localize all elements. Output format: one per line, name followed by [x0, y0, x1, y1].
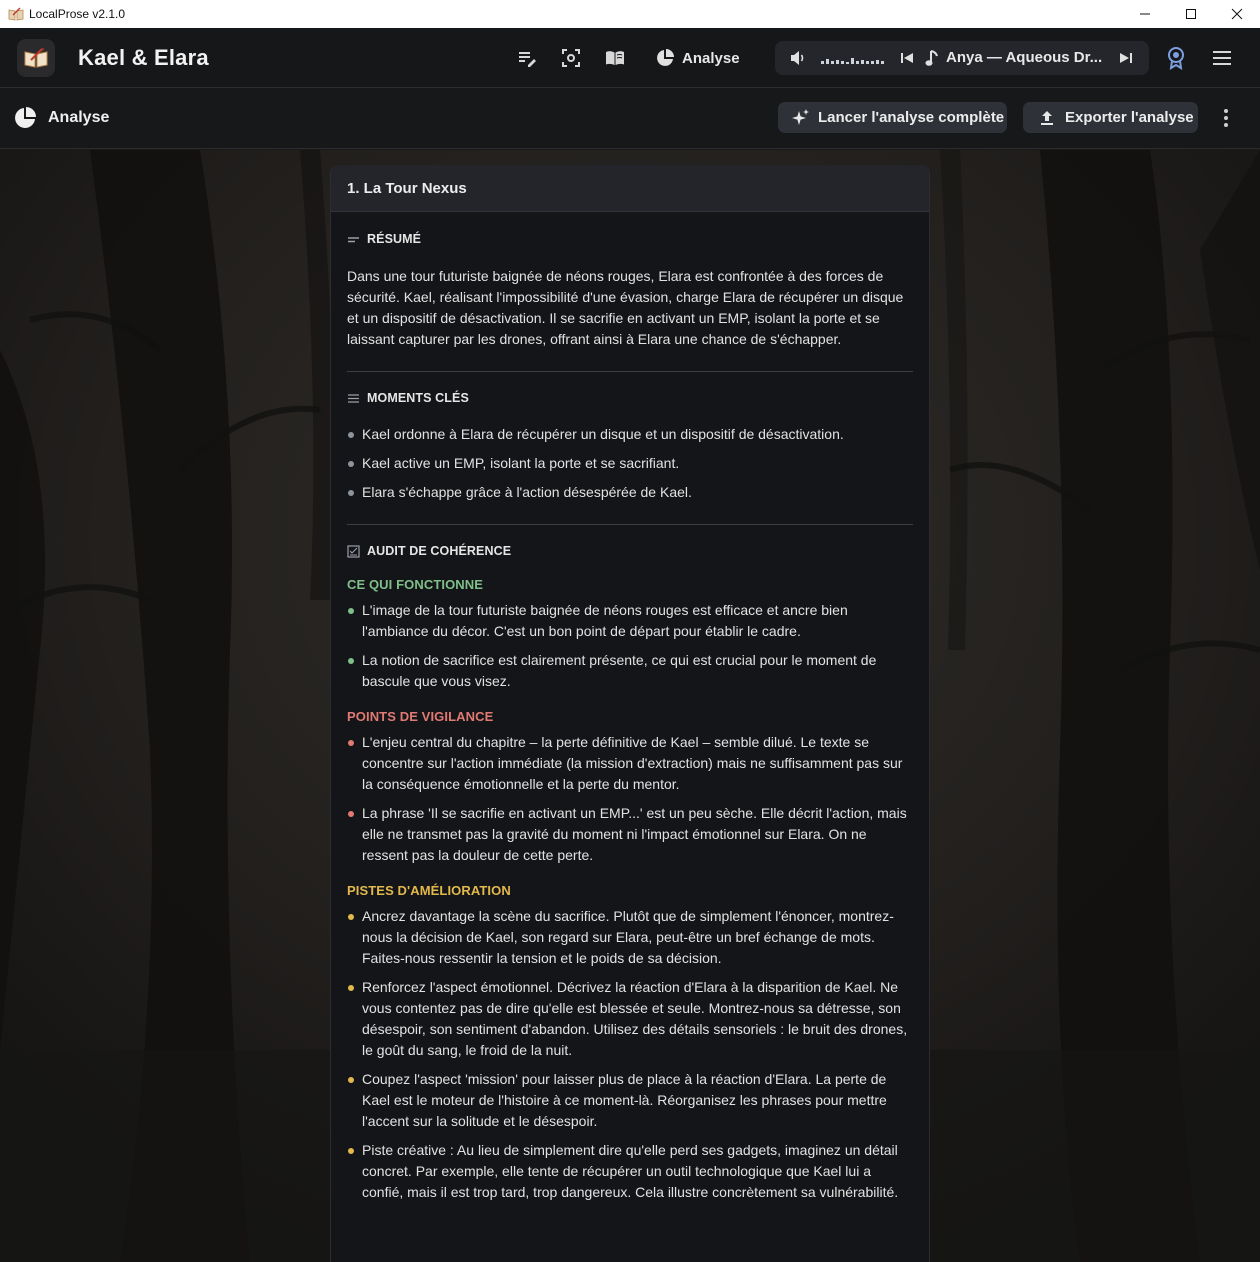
app-book-icon [8, 7, 24, 21]
analysis-toolbar: Analyse Lancer l'analyse complète Export… [0, 88, 1260, 149]
list-item: L'image de la tour futuriste baignée de … [347, 600, 913, 642]
list-item: Kael active un EMP, isolant la porte et … [347, 453, 913, 474]
export-analysis-button[interactable]: Exporter l'analyse [1023, 102, 1198, 133]
summary-text: Dans une tour futuriste baignée de néons… [347, 268, 904, 347]
page-title: Analyse [48, 109, 110, 126]
audit-section-header: AUDIT DE COHÉRENCE [347, 541, 913, 561]
upload-icon [1041, 110, 1053, 125]
vigilance-list: L'enjeu central du chapitre – la perte d… [347, 732, 913, 866]
list-icon [348, 393, 359, 403]
chapter-title: 1. La Tour Nexus [347, 179, 467, 197]
list-item: Ancrez davantage la scène du sacrifice. … [347, 906, 913, 969]
list-item: Kael ordonne à Elara de récupérer un dis… [347, 424, 913, 445]
project-title: Kael & Elara [78, 45, 209, 70]
improve-heading: PISTES D'AMÉLIORATION [347, 883, 511, 898]
list-item: La phrase 'Il se sacrifie en activant un… [347, 803, 913, 866]
export-analysis-label: Exporter l'analyse [1065, 109, 1194, 126]
bullet-dot [348, 1077, 354, 1083]
run-full-analysis-button[interactable]: Lancer l'analyse complète [778, 102, 1007, 133]
next-track-icon[interactable] [1118, 50, 1134, 66]
improve-text: Piste créative : Au lieu de simplement d… [362, 1142, 899, 1200]
works-heading: CE QUI FONCTIONNE [347, 577, 484, 592]
minimize-button[interactable] [1122, 0, 1168, 28]
moment-text: Kael active un EMP, isolant la porte et … [362, 455, 680, 471]
bullet-dot [348, 461, 354, 467]
vigilance-text: La phrase 'Il se sacrifie en activant un… [362, 805, 907, 863]
window-title: LocalProse v2.1.0 [29, 7, 126, 21]
key-moments-list: Kael ordonne à Elara de récupérer un dis… [347, 424, 913, 503]
maximize-icon [1186, 9, 1196, 19]
volume-icon[interactable] [789, 49, 807, 67]
bullet-dot [348, 1148, 354, 1154]
improve-text: Renforcez l'aspect émotionnel. Décrivez … [362, 979, 908, 1058]
close-icon [1231, 8, 1243, 20]
vigilance-heading: POINTS DE VIGILANCE [347, 709, 494, 724]
app-header: Kael & Elara Analyse Anya — Aqueous Dr..… [0, 28, 1260, 88]
bullet-dot [348, 811, 354, 817]
chapter-analysis-card: 1. La Tour Nexus RÉSUMÉ Dans une tour fu… [330, 165, 930, 1262]
vigilance-text: L'enjeu central du chapitre – la perte d… [362, 734, 903, 792]
list-item: Piste créative : Au lieu de simplement d… [347, 1140, 913, 1203]
chapter-header[interactable]: 1. La Tour Nexus [331, 165, 929, 212]
list-item: Elara s'échappe grâce à l'action désespé… [347, 482, 913, 503]
music-player: Anya — Aqueous Dr... [775, 41, 1149, 75]
list-item: Renforcez l'aspect émotionnel. Décrivez … [347, 977, 913, 1061]
bullet-dot [348, 658, 354, 664]
summary-section-header: RÉSUMÉ [347, 229, 913, 249]
window-titlebar: LocalProse v2.1.0 [0, 0, 1260, 28]
maximize-button[interactable] [1168, 0, 1214, 28]
current-track-title: Anya — Aqueous Dr... [946, 49, 1103, 66]
moments-heading: MOMENTS CLÉS [367, 391, 469, 405]
bullet-dot [348, 985, 354, 991]
more-options-icon[interactable] [1218, 108, 1234, 128]
works-text: La notion de sacrifice est clairement pr… [362, 652, 877, 689]
list-item: La notion de sacrifice est clairement pr… [347, 650, 913, 692]
list-item: Coupez l'aspect 'mission' pour laisser p… [347, 1069, 913, 1132]
reader-button[interactable] [605, 48, 625, 68]
tab-analyse[interactable]: Analyse [645, 39, 750, 77]
editor-button[interactable] [517, 48, 537, 68]
bullet-dot [348, 608, 354, 614]
award-badge-icon[interactable] [1166, 46, 1186, 70]
short-text-icon [348, 236, 359, 242]
bullet-dot [348, 432, 354, 438]
improve-text: Coupez l'aspect 'mission' pour laisser p… [362, 1071, 887, 1129]
tab-analyse-label: Analyse [682, 49, 740, 67]
music-note-icon [925, 50, 938, 66]
previous-track-icon[interactable] [899, 50, 915, 66]
section-divider [347, 524, 913, 525]
bullet-dot [348, 740, 354, 746]
moments-section-header: MOMENTS CLÉS [347, 388, 913, 408]
works-text: L'image de la tour futuriste baignée de … [362, 602, 848, 639]
audit-heading: AUDIT DE COHÉRENCE [367, 544, 512, 558]
works-list: L'image de la tour futuriste baignée de … [347, 600, 913, 692]
sparkles-icon [792, 108, 809, 125]
menu-icon[interactable] [1211, 48, 1233, 68]
focus-frame-icon [562, 49, 580, 67]
book-logo-icon [24, 48, 48, 68]
section-divider [347, 371, 913, 372]
pie-chart-icon [15, 107, 36, 128]
close-button[interactable] [1214, 0, 1260, 28]
bullet-dot [348, 490, 354, 496]
improve-text: Ancrez davantage la scène du sacrifice. … [362, 908, 894, 966]
moment-text: Elara s'échappe grâce à l'action désespé… [362, 484, 692, 500]
edit-lines-icon [519, 52, 536, 67]
minimize-icon [1140, 13, 1150, 15]
open-book-icon [606, 51, 624, 65]
moment-text: Kael ordonne à Elara de récupérer un dis… [362, 426, 844, 442]
app-logo[interactable] [17, 39, 55, 77]
focus-button[interactable] [561, 48, 581, 68]
list-item: L'enjeu central du chapitre – la perte d… [347, 732, 913, 795]
audio-visualizer-icon [821, 58, 884, 64]
improve-list: Ancrez davantage la scène du sacrifice. … [347, 906, 913, 1203]
audit-checklist-icon [347, 544, 360, 558]
bullet-dot [348, 914, 354, 920]
pie-chart-icon [657, 49, 674, 66]
run-full-analysis-label: Lancer l'analyse complète [818, 109, 1005, 126]
summary-heading: RÉSUMÉ [367, 232, 422, 246]
